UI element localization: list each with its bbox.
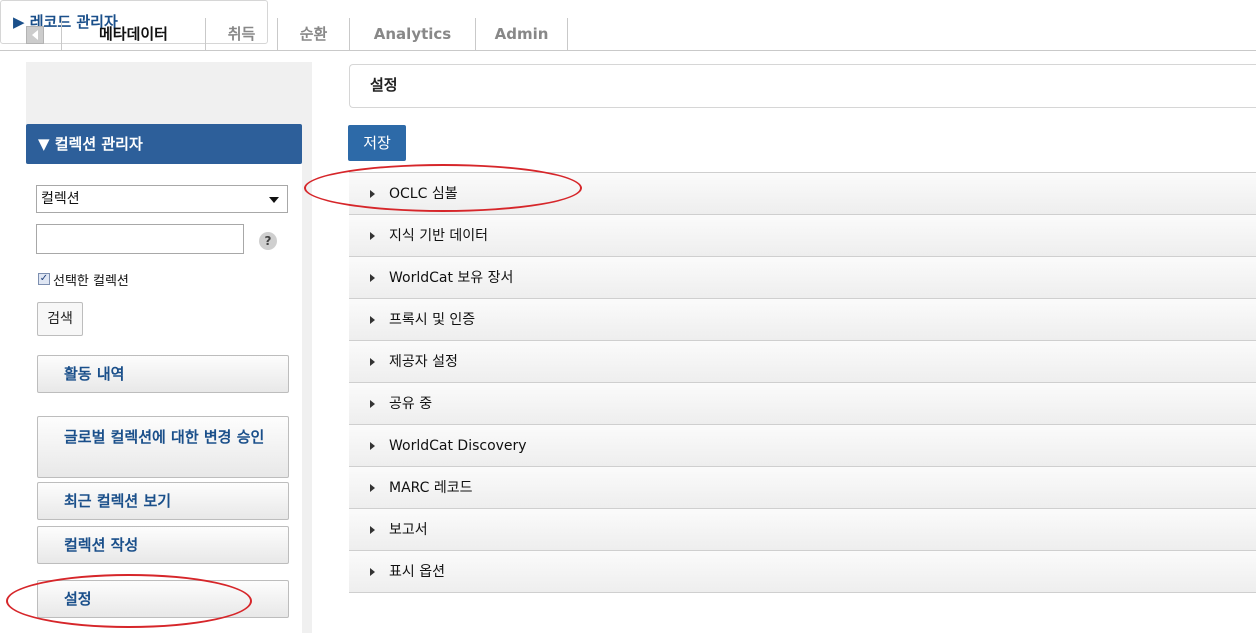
- section-label: 제공자 설정: [389, 354, 458, 370]
- expand-triangle-icon: [370, 232, 375, 240]
- activity-history-button[interactable]: 활동 내역: [37, 355, 289, 393]
- expand-triangle-icon: [370, 484, 375, 492]
- search-input[interactable]: [36, 224, 244, 254]
- expand-triangle-icon: [370, 274, 375, 282]
- section-label: 표시 옵션: [389, 564, 445, 580]
- tab-metadata[interactable]: 메타데이터: [62, 18, 206, 50]
- divider: [0, 50, 1256, 51]
- section-sharing[interactable]: 공유 중: [349, 383, 1256, 425]
- expand-triangle-icon: [370, 400, 375, 408]
- annotation-oval-oclc-symbol: [304, 164, 582, 212]
- tab-analytics[interactable]: Analytics: [350, 18, 476, 50]
- selected-collection-label: 선택한 컬렉션: [53, 274, 129, 289]
- section-marc-records[interactable]: MARC 레코드: [349, 467, 1256, 509]
- collection-manager-header[interactable]: ▼ 컬렉션 관리자: [26, 124, 302, 164]
- expand-triangle-icon: [370, 568, 375, 576]
- expand-triangle-icon: [370, 442, 375, 450]
- section-worldcat-discovery[interactable]: WorldCat Discovery: [349, 425, 1256, 467]
- section-label: WorldCat Discovery: [389, 438, 527, 454]
- save-button[interactable]: 저장: [348, 125, 406, 161]
- settings-section-list: OCLC 심볼 지식 기반 데이터 WorldCat 보유 장서 프록시 및 인…: [349, 172, 1256, 593]
- search-button[interactable]: 검색: [37, 302, 83, 336]
- select-value: 컬렉션: [41, 191, 80, 207]
- annotation-oval-settings: [6, 574, 252, 628]
- collection-type-select[interactable]: 컬렉션: [36, 185, 288, 213]
- top-navigation-bar: 메타데이터 취득 순환 Analytics Admin: [0, 0, 1256, 54]
- tab-circulation[interactable]: 순환: [278, 18, 350, 50]
- tab-acquisitions[interactable]: 취득: [206, 18, 278, 50]
- section-label: MARC 레코드: [389, 480, 473, 496]
- create-collection-button[interactable]: 컬렉션 작성: [37, 526, 289, 564]
- section-label: 지식 기반 데이터: [389, 228, 489, 244]
- approve-global-collection-changes-button[interactable]: 글로벌 컬렉션에 대한 변경 승인: [37, 416, 289, 478]
- chevron-left-icon: [32, 30, 38, 40]
- section-knowledge-base-data[interactable]: 지식 기반 데이터: [349, 215, 1256, 257]
- collapse-sidebar-button[interactable]: [26, 26, 44, 44]
- selected-collection-checkbox[interactable]: ✓: [38, 273, 50, 285]
- expand-triangle-icon: [370, 358, 375, 366]
- view-recent-collections-button[interactable]: 최근 컬렉션 보기: [37, 482, 289, 520]
- section-provider-settings[interactable]: 제공자 설정: [349, 341, 1256, 383]
- help-icon[interactable]: ?: [259, 232, 277, 250]
- page-title: 설정: [349, 64, 1256, 108]
- section-label: 보고서: [389, 522, 428, 538]
- dropdown-caret-icon: [269, 197, 279, 203]
- section-label: 프록시 및 인증: [389, 312, 476, 328]
- section-reports[interactable]: 보고서: [349, 509, 1256, 551]
- expand-triangle-icon: [370, 526, 375, 534]
- section-worldcat-holdings[interactable]: WorldCat 보유 장서: [349, 257, 1256, 299]
- section-label: WorldCat 보유 장서: [389, 270, 514, 286]
- expand-triangle-icon: [370, 316, 375, 324]
- section-display-options[interactable]: 표시 옵션: [349, 551, 1256, 593]
- section-proxy-authentication[interactable]: 프록시 및 인증: [349, 299, 1256, 341]
- section-label: 공유 중: [389, 396, 433, 412]
- tab-admin[interactable]: Admin: [476, 18, 568, 50]
